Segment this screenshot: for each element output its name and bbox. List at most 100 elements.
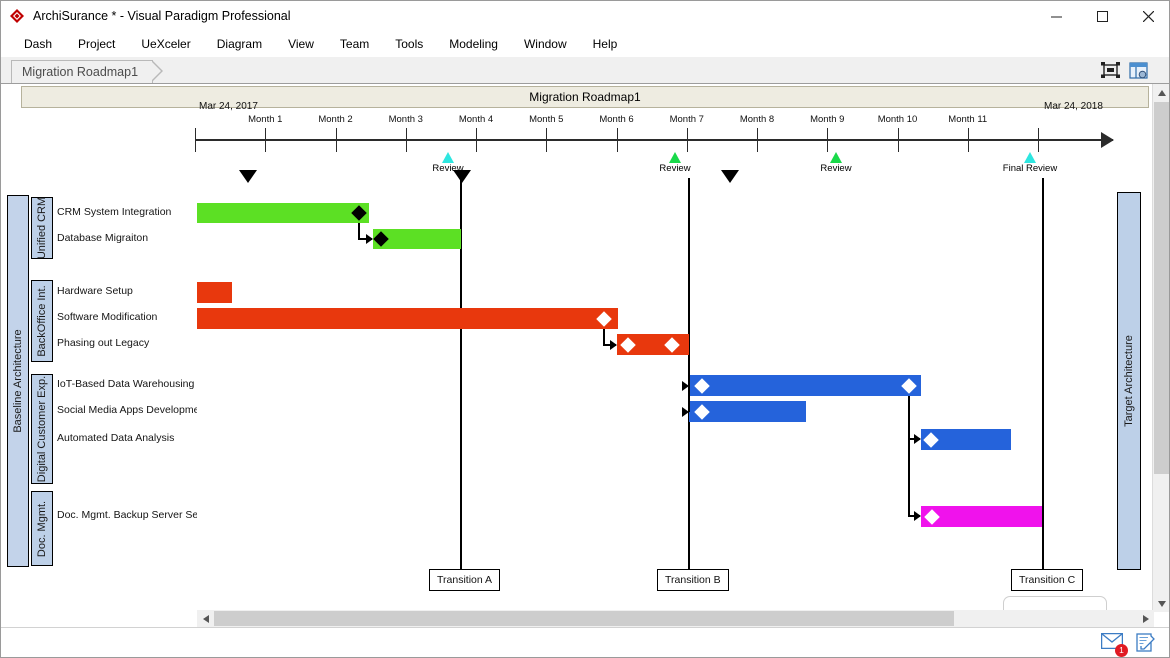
task-label: Social Media Apps Development [57, 404, 197, 416]
timeline-tick [827, 128, 829, 152]
task-label: Software Modification [57, 311, 158, 323]
task-bar[interactable] [197, 203, 369, 223]
menu-bar: Dash Project UeXceler Diagram View Team Tools M… [1, 31, 1169, 57]
task-bar[interactable] [921, 506, 1042, 527]
diagram-canvas[interactable]: Migration Roadmap1 Mar 24, 2017 Mar 24, 2… [1, 84, 1169, 612]
scroll-up-button[interactable] [1153, 84, 1169, 101]
scroll-down-button[interactable] [1153, 595, 1169, 612]
timeline-start-date: Mar 24, 2017 [199, 101, 258, 112]
dependency-connector [358, 223, 360, 239]
transition-start-marker-icon [721, 170, 739, 183]
vertical-scroll-thumb[interactable] [1154, 102, 1169, 474]
minimize-button[interactable] [1033, 1, 1079, 31]
transition-box[interactable]: Transition C [1011, 569, 1084, 591]
fit-to-screen-icon[interactable] [1099, 59, 1121, 81]
task-bar[interactable] [197, 308, 618, 329]
task-bar[interactable] [373, 229, 461, 249]
target-architecture-group[interactable]: Target Architecture [1117, 192, 1141, 570]
timeline-tick [757, 128, 758, 152]
timeline-tick [546, 128, 548, 152]
dependency-arrow-icon [610, 340, 617, 350]
scroll-right-button[interactable] [1137, 610, 1154, 627]
timeline-tick-label: Month 8 [739, 114, 775, 125]
milestone-diamond-icon [620, 336, 636, 353]
target-architecture-label: Target Architecture [1123, 335, 1135, 427]
horizontal-scroll-thumb[interactable] [214, 611, 954, 626]
task-bar[interactable] [921, 429, 1011, 450]
menu-item-help[interactable]: Help [580, 33, 631, 55]
timeline-tick-label: Month 5 [529, 114, 564, 125]
window-title: ArchiSurance * - Visual Paradigm Profess… [33, 9, 291, 23]
task-bar[interactable] [197, 282, 232, 303]
scroll-left-button[interactable] [197, 610, 214, 627]
task-bar[interactable] [617, 334, 689, 355]
swimlane-group[interactable]: Doc. Mgmt. [31, 491, 53, 566]
dependency-connector [603, 329, 605, 345]
vertical-scrollbar[interactable] [1152, 84, 1169, 612]
swimlane-group[interactable]: Unified CRM [31, 197, 53, 259]
milestone-triangle-icon [830, 152, 842, 163]
task-label: Database Migraiton [57, 232, 149, 244]
menu-item-uexceler[interactable]: UeXceler [128, 33, 203, 55]
menu-item-diagram[interactable]: Diagram [204, 33, 275, 55]
swimlane-group[interactable]: Digital Customer Exp. [31, 374, 53, 484]
tab-migration-roadmap1[interactable]: Migration Roadmap1 [11, 60, 164, 83]
transition-label: Transition B [665, 574, 721, 586]
transition-label: Transition C [1019, 574, 1076, 586]
dependency-connector [908, 396, 910, 516]
milestone-diamond-icon [664, 336, 680, 353]
menu-item-tools[interactable]: Tools [382, 33, 436, 55]
diagram-properties-icon[interactable] [1127, 59, 1149, 81]
menu-item-team[interactable]: Team [327, 33, 382, 55]
menu-item-project[interactable]: Project [65, 33, 128, 55]
tab-strip: Migration Roadmap1 [1, 57, 1169, 84]
maximize-button[interactable] [1079, 1, 1125, 31]
diagram-title-band: Migration Roadmap1 [21, 86, 1149, 108]
milestone-triangle-icon [669, 152, 681, 163]
tab-label: Migration Roadmap1 [22, 65, 139, 79]
status-bar: 1 [1, 627, 1169, 657]
note-edit-icon[interactable] [1135, 632, 1157, 653]
timeline-tick-label: Month 11 [948, 114, 988, 125]
task-label: Hardware Setup [57, 285, 133, 297]
swimlane-group[interactable]: BackOffice Int. [31, 280, 53, 362]
milestone-triangle-icon [1024, 152, 1036, 163]
transition-box[interactable]: Transition A [429, 569, 501, 591]
timeline-tick [476, 128, 477, 152]
dependency-connector [688, 361, 690, 412]
task-label: Phasing out Legacy [57, 337, 150, 349]
swimlane-label: Unified CRM [36, 196, 48, 260]
menu-item-view[interactable]: View [275, 33, 327, 55]
title-bar: ArchiSurance * - Visual Paradigm Profess… [1, 1, 1169, 31]
menu-item-dash[interactable]: Dash [11, 33, 65, 55]
milestone-label: Review [659, 163, 691, 174]
diagram-title: Migration Roadmap1 [529, 90, 641, 104]
timeline-tick-label: Month 9 [810, 114, 845, 125]
close-button[interactable] [1125, 1, 1169, 31]
task-bar[interactable] [689, 375, 921, 396]
menu-item-modeling[interactable]: Modeling [436, 33, 511, 55]
timeline-tick [616, 128, 618, 152]
horizontal-scrollbar[interactable] [197, 610, 1154, 627]
menu-item-window[interactable]: Window [511, 33, 580, 55]
dependency-arrow-icon [682, 407, 689, 417]
timeline-tick [897, 128, 899, 152]
milestone-diamond-icon [596, 310, 612, 327]
diamond-logo-icon [9, 8, 25, 24]
transition-box[interactable]: Transition B [657, 569, 729, 591]
task-bar[interactable] [689, 401, 806, 422]
milestone-label: Final Review [1002, 163, 1058, 174]
timeline-tick-label: Month 2 [318, 114, 353, 125]
transition-start-marker-icon [453, 170, 471, 183]
milestone-diamond-icon [694, 403, 710, 420]
timeline-arrow-icon [1101, 132, 1114, 148]
envelope-icon[interactable]: 1 [1100, 632, 1128, 657]
task-label: Doc. Mgmt. Backup Server Setup [57, 509, 197, 521]
tab-tool-buttons [1099, 59, 1149, 81]
milestone-diamond-icon [923, 431, 939, 448]
timeline-tick [967, 128, 969, 152]
milestone-diamond-icon [351, 205, 367, 221]
baseline-architecture-group[interactable]: Baseline Architecture [7, 195, 29, 567]
milestone-diamond-icon [924, 508, 940, 525]
dependency-arrow-icon [914, 511, 921, 521]
